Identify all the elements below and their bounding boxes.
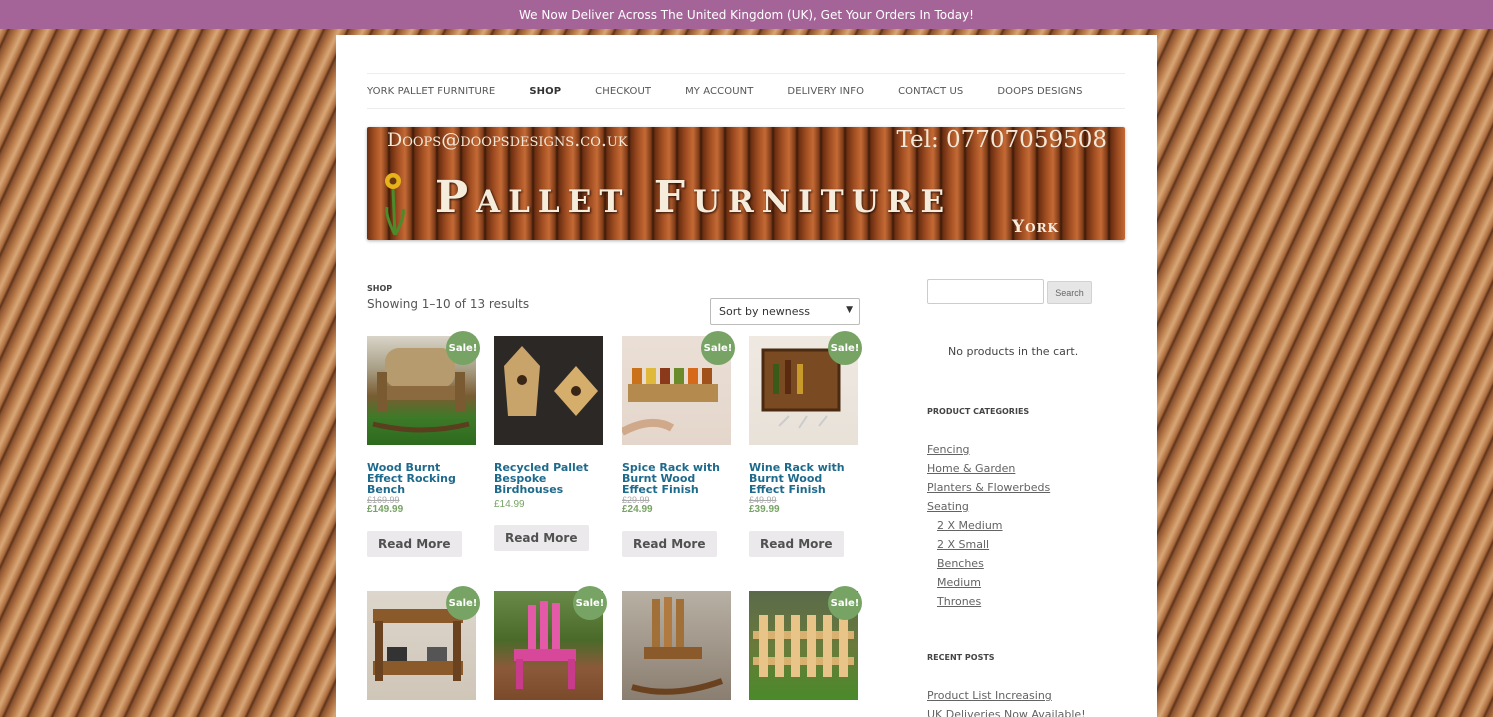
rocking-chair-image	[631, 597, 724, 695]
product-image[interactable]	[494, 336, 603, 445]
product-card[interactable]: Wood Burnt Effect Rocking Bench £169.99 …	[367, 336, 477, 557]
sale-badge: Sale!	[828, 586, 862, 620]
sunflower-icon	[385, 173, 405, 235]
product-name[interactable]: Spice Rack with Burnt Wood Effect Finish	[622, 462, 732, 495]
subcategory-benches[interactable]: Benches	[937, 557, 984, 570]
product-name[interactable]: Wine Rack with Burnt Wood Effect Finish	[749, 462, 859, 495]
nav-item-checkout[interactable]: Checkout	[595, 86, 651, 97]
product-card[interactable]	[622, 591, 732, 700]
subcategory-medium[interactable]: Medium	[937, 576, 981, 589]
subcategory-2x-medium[interactable]: 2 X Medium	[937, 519, 1003, 532]
nav-item-my-account[interactable]: My Account	[685, 86, 753, 97]
banner-phone: Tel: 07707059508	[896, 127, 1107, 153]
product-card[interactable]: Wine Rack with Burnt Wood Effect Finish …	[749, 336, 859, 557]
nav-item-contact-us[interactable]: Contact Us	[898, 86, 963, 97]
categories-title: Product Categories	[927, 407, 1030, 416]
sale-badge: Sale!	[446, 586, 480, 620]
sale-badge: Sale!	[446, 331, 480, 365]
sale-badge: Sale!	[828, 331, 862, 365]
recent-post-link[interactable]: Product List Increasing	[927, 689, 1052, 702]
category-home-garden[interactable]: Home & Garden	[927, 462, 1015, 475]
category-fencing[interactable]: Fencing	[927, 443, 970, 456]
category-seating[interactable]: Seating	[927, 500, 969, 513]
subcategory-thrones[interactable]: Thrones	[937, 595, 981, 608]
banner-subtitle: York	[1012, 217, 1059, 237]
product-price: £24.99	[622, 504, 653, 515]
product-price: £149.99	[367, 504, 404, 515]
product-price: £14.99	[494, 499, 525, 510]
sort-select[interactable]: Sort by newness ▼	[710, 298, 860, 325]
product-price: £39.99	[749, 504, 780, 515]
read-more-button[interactable]: Read More	[622, 531, 717, 557]
nav-item-doops-designs[interactable]: Doops Designs	[997, 86, 1082, 97]
nav-item-shop[interactable]: Shop	[529, 86, 561, 97]
product-name[interactable]: Recycled Pallet Bespoke Birdhouses	[494, 462, 604, 495]
product-card[interactable]: Recycled Pallet Bespoke Birdhouses £14.9…	[494, 336, 604, 551]
product-card[interactable]: Spice Rack with Burnt Wood Effect Finish…	[622, 336, 732, 557]
banner-email: Doops@doopsdesigns.co.uk	[387, 129, 628, 151]
sort-select-value: Sort by newness	[719, 305, 810, 318]
nav-item-delivery-info[interactable]: Delivery Info	[787, 86, 864, 97]
search-button[interactable]: Search	[1047, 281, 1092, 304]
recent-posts-title: Recent Posts	[927, 653, 995, 662]
page-content: York Pallet Furniture Shop Checkout My A…	[336, 35, 1157, 717]
sale-badge: Sale!	[573, 586, 607, 620]
results-count: Showing 1–10 of 13 results	[367, 297, 530, 311]
birdhouse-image	[504, 346, 598, 416]
dropdown-arrow-icon: ▼	[846, 305, 853, 315]
read-more-button[interactable]: Read More	[749, 531, 844, 557]
banner-title: Pallet Furniture	[435, 172, 953, 223]
product-name[interactable]: Wood Burnt Effect Rocking Bench	[367, 462, 477, 495]
breadcrumb[interactable]: Shop	[367, 284, 392, 293]
main-nav: York Pallet Furniture Shop Checkout My A…	[367, 73, 1125, 109]
read-more-button[interactable]: Read More	[494, 525, 589, 551]
subcategory-2x-small[interactable]: 2 X Small	[937, 538, 989, 551]
recent-post-link[interactable]: UK Deliveries Now Available!	[927, 708, 1086, 717]
nav-item-york-pallet-furniture[interactable]: York Pallet Furniture	[367, 86, 495, 97]
search-input[interactable]	[927, 279, 1044, 304]
sale-badge: Sale!	[701, 331, 735, 365]
category-planters[interactable]: Planters & Flowerbeds	[927, 481, 1050, 494]
delivery-notice-bar: We Now Deliver Across The United Kingdom…	[0, 0, 1493, 29]
header-banner[interactable]: Doops@doopsdesigns.co.uk Tel: 0770705950…	[367, 127, 1125, 240]
delivery-notice-text: We Now Deliver Across The United Kingdom…	[519, 7, 974, 22]
product-image[interactable]	[622, 591, 731, 700]
cart-empty-text: No products in the cart.	[948, 345, 1079, 358]
read-more-button[interactable]: Read More	[367, 531, 462, 557]
